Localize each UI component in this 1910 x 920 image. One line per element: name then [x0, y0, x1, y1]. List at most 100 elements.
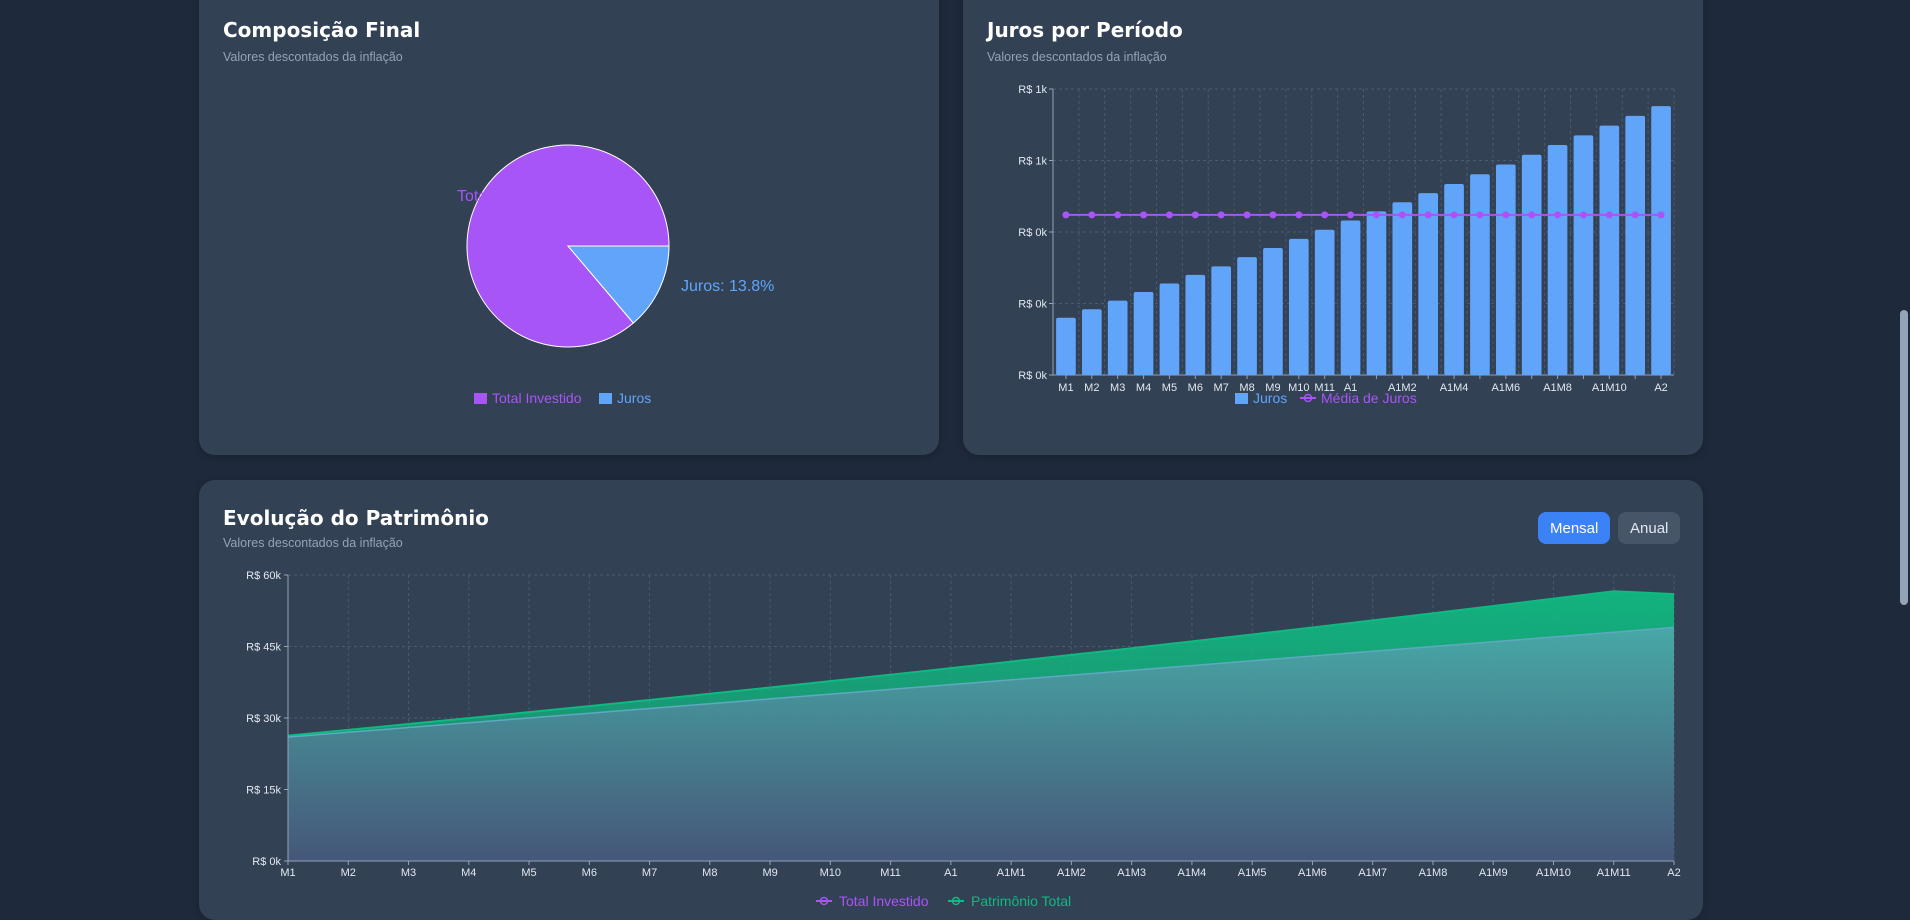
juros-bar-M10	[1288, 238, 1309, 375]
evolucao-x-tick-label: M10	[820, 867, 841, 879]
evolucao-x-tick-label: M2	[341, 867, 356, 879]
pie-label-total-investido: Total Investido: 100%	[457, 188, 609, 205]
evolucao-x-tick-label: M3	[401, 867, 416, 879]
legend-label-patrimonio-total: Patrimônio Total	[971, 893, 1071, 909]
juros-x-tick-label: M6	[1188, 382, 1203, 394]
legend-swatch-juros	[1235, 393, 1248, 404]
evolucao-y-tick-label: R$ 15k	[246, 785, 281, 797]
media-juros-point	[1269, 211, 1277, 219]
juros-y-tick-label: R$ 0k	[1018, 227, 1047, 239]
juros-x-tick-label: A1M10	[1592, 382, 1627, 394]
juros-x-tick-label: M4	[1136, 382, 1151, 394]
media-juros-point	[1554, 211, 1562, 219]
juros-legend: Juros Média de Juros	[1235, 390, 1417, 406]
juros-bar-A1M5	[1470, 174, 1490, 375]
juros-bar-A1M8	[1547, 145, 1568, 375]
juros-bar-M6	[1185, 274, 1206, 375]
evolucao-x-tick-label: M8	[702, 867, 717, 879]
pie-legend: Total Investido Juros	[474, 390, 651, 406]
juros-bar-M9	[1263, 248, 1283, 375]
legend-total-investido[interactable]: Total Investido	[816, 893, 929, 909]
legend-label-total-investido: Total Investido	[839, 893, 929, 909]
juros-bar-A1M1	[1366, 211, 1387, 375]
evolucao-x-tick-label: A1M6	[1298, 867, 1327, 879]
juros-bar-A1	[1340, 220, 1361, 375]
media-juros-point	[1243, 211, 1251, 219]
juros-bar-M7	[1211, 266, 1232, 375]
media-juros-point	[1657, 211, 1665, 219]
evolucao-card: Evolução do Patrimônio Valores descontad…	[199, 480, 1703, 920]
juros-bar-M4	[1133, 292, 1154, 375]
media-juros-point	[1502, 211, 1510, 219]
legend-label-juros: Juros	[617, 390, 651, 406]
media-juros-point	[1372, 211, 1380, 219]
juros-bar-M5	[1159, 283, 1180, 375]
legend-juros[interactable]: Juros	[599, 390, 651, 406]
composicao-card: Composição Final Valores descontados da …	[199, 0, 939, 455]
juros-x-tick-label: M7	[1214, 382, 1229, 394]
evolucao-y-tick-label: R$ 0k	[252, 856, 281, 868]
juros-x-tick-label: M2	[1084, 382, 1099, 394]
evolucao-x-tick-label: M4	[461, 867, 476, 879]
juros-bar-A1M7	[1521, 154, 1542, 375]
scrollbar[interactable]	[1898, 0, 1910, 903]
juros-x-tick-label: M3	[1110, 382, 1125, 394]
evolucao-x-tick-label: A1M9	[1479, 867, 1508, 879]
media-juros-point	[1114, 211, 1122, 219]
evolucao-legend: Total Investido Patrimônio Total	[816, 893, 1071, 909]
juros-bar-M3	[1107, 300, 1128, 375]
legend-swatch-total-investido	[474, 393, 487, 404]
juros-y-tick-label: R$ 0k	[1018, 370, 1047, 382]
legend-label-media-juros: Média de Juros	[1321, 390, 1417, 406]
evolucao-x-tick-label: M1	[280, 867, 295, 879]
pie-label-juros: Juros: 13.8%	[681, 278, 774, 295]
media-juros-point	[1631, 211, 1639, 219]
patrimonio-area-chart: R$ 0k R$ 15k R$ 30k R$ 45k R$ 60k M1 M2 M3 M4 M5 M…	[246, 570, 1681, 909]
media-juros-point	[1528, 211, 1536, 219]
evolucao-x-tick-label: M7	[642, 867, 657, 879]
evolucao-y-tick-label: R$ 45k	[246, 642, 281, 654]
media-juros-point	[1424, 211, 1432, 219]
evolucao-x-tick-label: M5	[521, 867, 536, 879]
media-juros-point	[1450, 211, 1458, 219]
juros-bar-A1M11	[1625, 115, 1646, 375]
evolucao-x-tick-label: A1M11	[1597, 867, 1631, 879]
evolucao-y-tick-label: R$ 60k	[246, 570, 281, 582]
juros-bar-M8	[1237, 257, 1257, 375]
legend-swatch-juros	[599, 393, 612, 404]
media-juros-point	[1217, 211, 1225, 219]
juros-y-tick-label: R$ 1k	[1018, 84, 1047, 96]
legend-patrimonio-total[interactable]: Patrimônio Total	[948, 893, 1071, 909]
juros-bar-A2	[1651, 106, 1671, 375]
evolucao-x-tick-label: A1M5	[1238, 867, 1267, 879]
media-juros-point	[1062, 211, 1070, 219]
media-juros-point	[1165, 211, 1173, 219]
evolucao-x-tick-label: A2	[1667, 867, 1680, 879]
scrollbar-thumb[interactable]	[1900, 310, 1908, 605]
evolucao-x-tick-label: A1M2	[1057, 867, 1086, 879]
evolucao-x-tick-label: A1M4	[1178, 867, 1207, 879]
media-juros-point	[1476, 211, 1484, 219]
evolucao-x-tick-label: A1	[944, 867, 957, 879]
juros-bar-A1M3	[1418, 193, 1439, 375]
evolucao-y-tick-label: R$ 30k	[246, 713, 281, 725]
media-juros-point	[1295, 211, 1303, 219]
juros-bar-M2	[1081, 309, 1102, 375]
pie-chart: Total Investido: 100% Juros: 13.8% Total…	[457, 144, 774, 406]
juros-bar-A1M9	[1573, 135, 1594, 375]
media-juros-point	[1605, 211, 1613, 219]
juros-x-tick-label: A1M8	[1543, 382, 1572, 394]
media-juros-point	[1191, 211, 1199, 219]
juros-x-tick-label: A1M6	[1491, 382, 1520, 394]
legend-total-investido[interactable]: Total Investido	[474, 390, 582, 406]
evolucao-x-tick-label: M9	[762, 867, 777, 879]
juros-bar-A1M2	[1392, 202, 1413, 375]
juros-bar-A1M10	[1599, 125, 1620, 375]
juros-x-tick-label: M10	[1288, 382, 1309, 394]
juros-card: Juros por Período Valores descontados da…	[963, 0, 1703, 455]
juros-bar-chart: R$ 0k R$ 0k R$ 0k R$ 1k R$ 1k M1 M2 M3 M4 M5 M6 M7 M…	[1018, 84, 1675, 406]
media-juros-point	[1321, 211, 1329, 219]
media-juros-point	[1088, 211, 1096, 219]
evolucao-x-tick-label: A1M3	[1117, 867, 1146, 879]
area-total-investido	[288, 627, 1674, 861]
